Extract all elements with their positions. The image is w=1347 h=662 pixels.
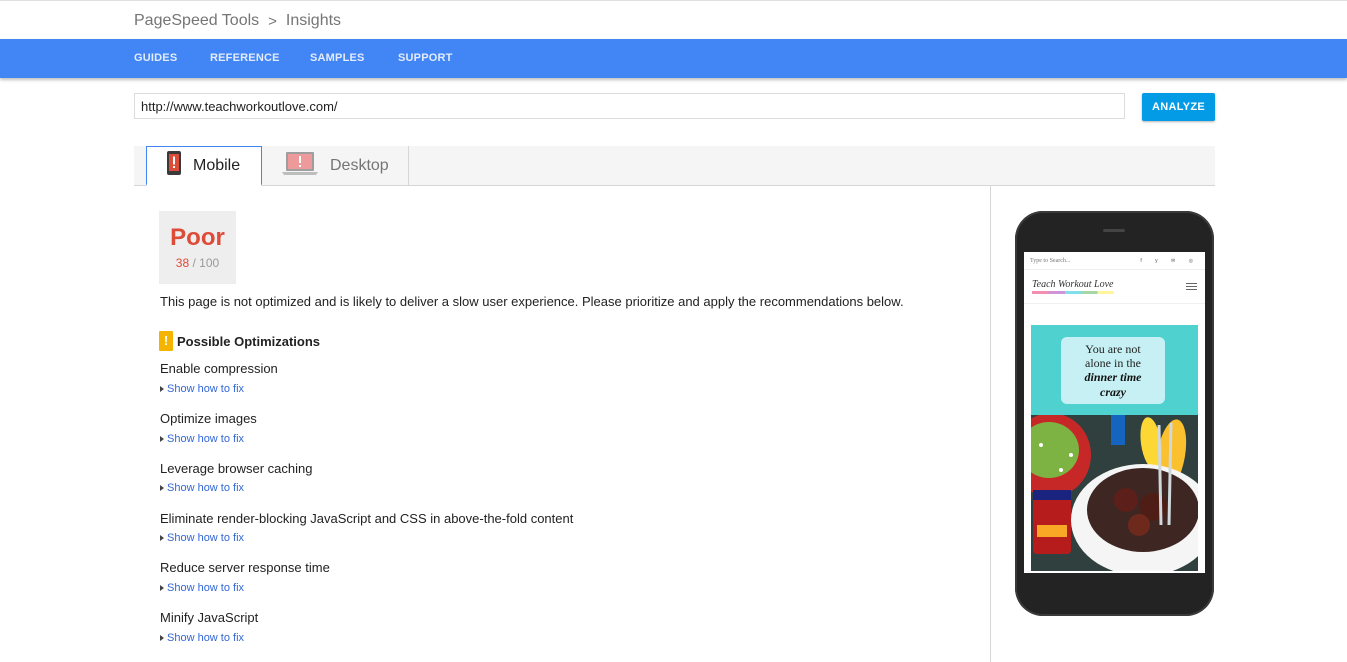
nav-guides[interactable]: GUIDES: [134, 39, 177, 78]
top-border: [0, 0, 1347, 1]
show-how-to-fix-link[interactable]: Show how to fix: [160, 433, 244, 445]
laptop-warning-icon: [282, 151, 318, 181]
mobile-screenshot: Type to Search... f y ✉ ◎ Teach Workout …: [1024, 252, 1205, 573]
chevron-right-icon: >: [268, 12, 277, 30]
breadcrumb-current[interactable]: Insights: [286, 12, 341, 30]
tab-mobile-label: Mobile: [193, 156, 241, 174]
url-input[interactable]: [134, 93, 1125, 119]
column-divider: [990, 186, 991, 662]
show-how-to-fix-link[interactable]: Show how to fix: [160, 632, 244, 644]
summary-text: This page is not optimized and is likely…: [160, 294, 904, 309]
caret-right-icon: [160, 585, 164, 591]
mobile-preview-phone: Type to Search... f y ✉ ◎ Teach Workout …: [1015, 211, 1214, 616]
show-how-to-fix-link[interactable]: Show how to fix: [160, 383, 244, 395]
caret-right-icon: [160, 635, 164, 641]
optimization-title: Optimize images: [160, 411, 257, 426]
optimization-title: Reduce server response time: [160, 560, 330, 575]
top-nav: GUIDES REFERENCE SAMPLES SUPPORT: [0, 39, 1347, 78]
social-icons: f y ✉ ◎: [1140, 257, 1199, 264]
tab-desktop[interactable]: Desktop: [262, 146, 409, 186]
preview-header: Teach Workout Love: [1024, 270, 1205, 304]
food-photo: [1031, 415, 1198, 571]
optimization-title: Enable compression: [160, 361, 278, 376]
optimization-title: Eliminate render-blocking JavaScript and…: [160, 511, 574, 526]
optimization-title: Leverage browser caching: [160, 461, 313, 476]
device-tabs: Mobile Desktop: [134, 146, 1215, 186]
analyze-button[interactable]: ANALYZE: [1142, 93, 1215, 121]
site-logo: Teach Workout Love: [1032, 279, 1114, 294]
caret-right-icon: [160, 436, 164, 442]
phone-warning-icon: [167, 151, 181, 180]
optimization-title: Minify JavaScript: [160, 610, 259, 625]
tab-desktop-label: Desktop: [330, 157, 389, 174]
preview-hero-image: You are not alone in the dinner time cra…: [1031, 325, 1198, 571]
tab-mobile[interactable]: Mobile: [146, 146, 262, 186]
caret-right-icon: [160, 386, 164, 392]
nav-reference[interactable]: REFERENCE: [210, 39, 280, 78]
hero-caption: You are not alone in the dinner time cra…: [1061, 337, 1165, 404]
score-label: Poor: [170, 224, 225, 251]
caret-right-icon: [160, 485, 164, 491]
score-value: 38 / 100: [175, 256, 220, 270]
show-how-to-fix-link[interactable]: Show how to fix: [160, 582, 244, 594]
warning-icon: !: [159, 331, 173, 351]
score-badge: Poor 38 / 100: [159, 211, 236, 284]
caret-right-icon: [160, 535, 164, 541]
phone-speaker: [1103, 229, 1125, 232]
breadcrumb: PageSpeed Tools > Insights: [134, 10, 341, 32]
show-how-to-fix-link[interactable]: Show how to fix: [160, 482, 244, 494]
preview-topbar: Type to Search... f y ✉ ◎: [1024, 252, 1205, 270]
breadcrumb-root[interactable]: PageSpeed Tools: [134, 12, 259, 30]
nav-samples[interactable]: SAMPLES: [310, 39, 365, 78]
possible-optimizations-heading: ! Possible Optimizations: [159, 331, 320, 351]
nav-support[interactable]: SUPPORT: [398, 39, 453, 78]
show-how-to-fix-link[interactable]: Show how to fix: [160, 532, 244, 544]
hamburger-menu-icon: [1186, 281, 1197, 292]
preview-search: Type to Search...: [1030, 257, 1071, 264]
